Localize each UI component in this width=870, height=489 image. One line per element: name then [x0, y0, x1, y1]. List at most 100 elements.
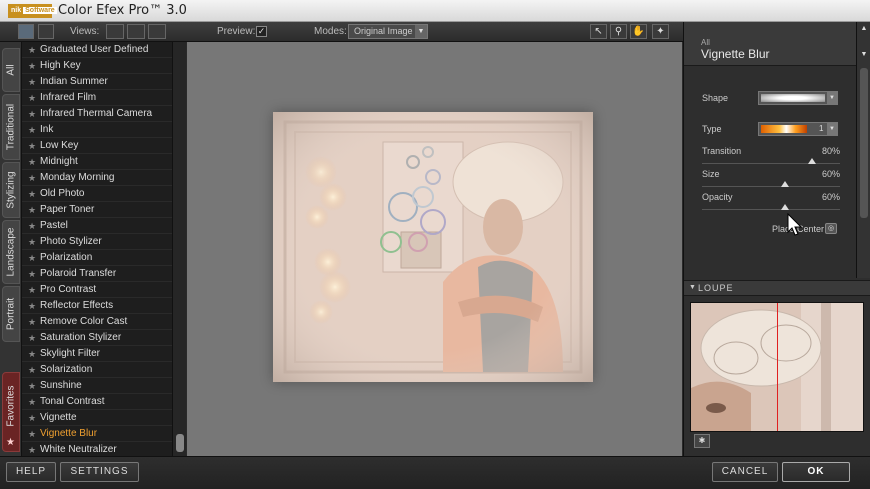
view-split-vertical-button[interactable]: [127, 24, 145, 39]
view-side-by-side-button[interactable]: [148, 24, 166, 39]
opacity-slider-thumb[interactable]: [780, 204, 789, 210]
tab-landscape[interactable]: Landscape: [2, 220, 20, 284]
zoom-tool-icon[interactable]: ⚲: [610, 24, 627, 39]
cancel-button[interactable]: CANCEL: [712, 462, 778, 482]
loupe-split-line[interactable]: [777, 303, 778, 431]
star-icon[interactable]: ★: [28, 250, 36, 266]
pin-icon[interactable]: ✱: [694, 434, 710, 448]
filter-item[interactable]: ★ Photo Stylizer: [22, 234, 172, 250]
filter-item[interactable]: ★ White Neutralizer: [22, 442, 172, 456]
target-icon[interactable]: ◎: [825, 223, 837, 234]
shape-label: Shape: [702, 93, 729, 103]
star-icon[interactable]: ★: [28, 346, 36, 362]
star-icon[interactable]: ★: [28, 218, 36, 234]
tab-portrait[interactable]: Portrait: [2, 286, 20, 342]
collapse-triangle-icon[interactable]: ▼: [689, 284, 696, 291]
shape-preview: [761, 94, 825, 102]
filter-item[interactable]: ★ Sunshine: [22, 378, 172, 394]
star-icon[interactable]: ★: [28, 170, 36, 186]
star-icon[interactable]: ★: [28, 186, 36, 202]
modes-select[interactable]: Original Image ▼: [348, 24, 428, 39]
star-icon[interactable]: ★: [28, 202, 36, 218]
filter-item[interactable]: ★ Ink: [22, 122, 172, 138]
star-icon[interactable]: ★: [28, 90, 36, 106]
filter-item[interactable]: ★ Graduated User Defined: [22, 42, 172, 58]
filter-item[interactable]: ★ Old Photo: [22, 186, 172, 202]
panel-scrollbar[interactable]: ▲ ▼: [856, 22, 870, 278]
star-icon[interactable]: ★: [28, 154, 36, 170]
size-slider-track[interactable]: [702, 186, 840, 187]
filter-item[interactable]: ★ Midnight: [22, 154, 172, 170]
star-icon[interactable]: ★: [28, 138, 36, 154]
help-button[interactable]: HELP: [6, 462, 56, 482]
star-icon[interactable]: ★: [28, 314, 36, 330]
panel-scroll-thumb[interactable]: [860, 68, 868, 218]
filter-item[interactable]: ★ Skylight Filter: [22, 346, 172, 362]
pointer-tool-icon[interactable]: ↖: [590, 24, 607, 39]
filter-item[interactable]: ★ Infrared Thermal Camera: [22, 106, 172, 122]
tab-all[interactable]: All: [2, 48, 20, 92]
filter-item[interactable]: ★ Remove Color Cast: [22, 314, 172, 330]
scroll-up-icon[interactable]: ▲: [857, 22, 870, 36]
hand-tool-icon[interactable]: ✋: [630, 24, 647, 39]
shape-select[interactable]: ▼: [758, 91, 838, 105]
split-view-button[interactable]: [38, 24, 54, 39]
loupe-header[interactable]: ▼ LOUPE: [684, 280, 870, 296]
star-icon[interactable]: ★: [28, 378, 36, 394]
preview-checkbox[interactable]: ✓: [256, 26, 267, 37]
star-icon[interactable]: ★: [28, 106, 36, 122]
filter-item[interactable]: ★ Indian Summer: [22, 74, 172, 90]
star-icon[interactable]: ★: [28, 266, 36, 282]
type-select[interactable]: 1 ▼: [758, 122, 838, 136]
star-icon[interactable]: ★: [28, 58, 36, 74]
filter-item[interactable]: ★ Monday Morning: [22, 170, 172, 186]
filter-item[interactable]: ★ Polarization: [22, 250, 172, 266]
loupe-view[interactable]: [690, 302, 864, 432]
ok-button[interactable]: OK: [782, 462, 850, 482]
filter-list-scroll-thumb[interactable]: [176, 434, 184, 452]
filter-item[interactable]: ★ Pro Contrast: [22, 282, 172, 298]
scroll-down-icon[interactable]: ▼: [857, 48, 870, 62]
star-icon[interactable]: ★: [28, 298, 36, 314]
filter-item[interactable]: ★ Reflector Effects: [22, 298, 172, 314]
tab-stylizing[interactable]: Stylizing: [2, 162, 20, 218]
star-icon[interactable]: ★: [28, 122, 36, 138]
transition-slider-thumb[interactable]: [808, 158, 817, 164]
transition-slider-track[interactable]: [702, 163, 840, 164]
opacity-value: 60%: [821, 192, 840, 202]
star-icon[interactable]: ★: [28, 362, 36, 378]
view-full-button[interactable]: [106, 24, 124, 39]
filter-item[interactable]: ★ Infrared Film: [22, 90, 172, 106]
filter-item[interactable]: ★ Solarization: [22, 362, 172, 378]
filter-item[interactable]: ★ High Key: [22, 58, 172, 74]
star-icon[interactable]: ★: [28, 74, 36, 90]
star-icon[interactable]: ★: [28, 330, 36, 346]
star-icon[interactable]: ★: [28, 410, 36, 426]
filter-item[interactable]: ★ Tonal Contrast: [22, 394, 172, 410]
filter-item-label: Saturation Stylizer: [40, 332, 122, 343]
opacity-slider-track[interactable]: [702, 209, 840, 210]
filter-item[interactable]: ★ Low Key: [22, 138, 172, 154]
filter-item-label: Polarization: [40, 252, 93, 263]
preview-area[interactable]: [187, 42, 682, 456]
star-icon[interactable]: ★: [28, 394, 36, 410]
star-icon[interactable]: ★: [28, 42, 36, 58]
filter-item[interactable]: ★ Pastel: [22, 218, 172, 234]
star-icon[interactable]: ★: [28, 282, 36, 298]
preview-label: Preview:: [217, 26, 256, 37]
color-picker-icon[interactable]: ✦: [652, 24, 669, 39]
tab-traditional[interactable]: Traditional: [2, 94, 20, 160]
filter-item[interactable]: ★ Paper Toner: [22, 202, 172, 218]
star-icon[interactable]: ★: [28, 426, 36, 442]
settings-button[interactable]: SETTINGS: [60, 462, 139, 482]
filter-item[interactable]: ★ Saturation Stylizer: [22, 330, 172, 346]
filter-list-scrollbar[interactable]: [172, 42, 186, 456]
single-view-button[interactable]: [18, 24, 34, 39]
size-slider-thumb[interactable]: [780, 181, 789, 187]
star-icon[interactable]: ★: [28, 234, 36, 250]
filter-item[interactable]: ★ Vignette Blur: [22, 426, 172, 442]
filter-item[interactable]: ★ Polaroid Transfer: [22, 266, 172, 282]
tab-favorites[interactable]: Favorites ★: [2, 372, 20, 452]
star-icon[interactable]: ★: [28, 442, 36, 456]
filter-item[interactable]: ★ Vignette: [22, 410, 172, 426]
